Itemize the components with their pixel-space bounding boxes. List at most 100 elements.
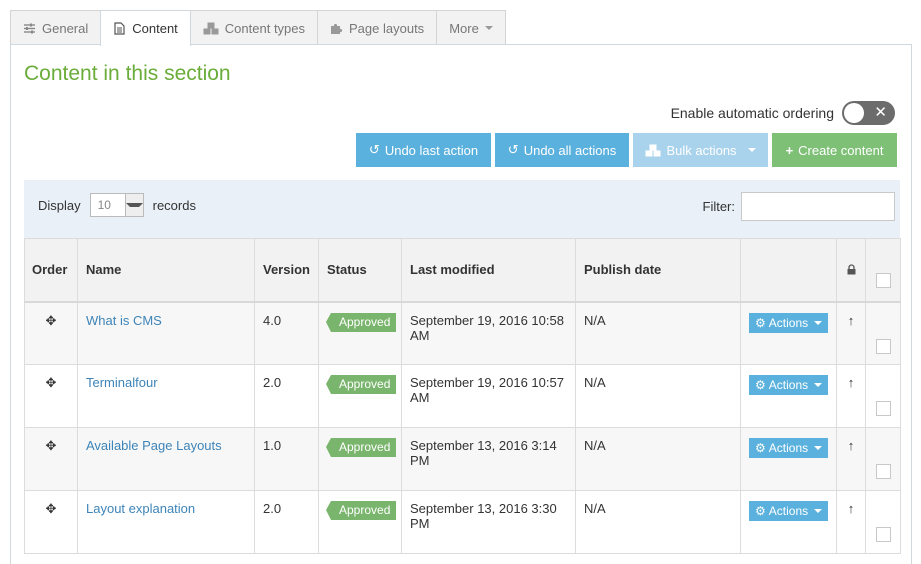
chevron-down-icon	[814, 320, 823, 325]
publish-date-cell: N/A	[575, 364, 741, 428]
tab-more[interactable]: More	[436, 10, 506, 45]
column-version[interactable]: Version	[254, 238, 319, 303]
tab-page-layouts[interactable]: Page layouts	[317, 10, 438, 45]
content-link[interactable]: Terminalfour	[86, 375, 158, 390]
content-link[interactable]: Layout explanation	[86, 501, 195, 516]
actions-button[interactable]: ⚙ Actions	[749, 501, 829, 521]
bulk-actions-button[interactable]: Bulk actions	[633, 133, 768, 167]
publish-up-cell: ↑	[836, 301, 866, 365]
publish-up-cell: ↑	[836, 427, 866, 491]
actions-cell: ⚙ Actions	[740, 490, 837, 554]
chevron-down-icon	[484, 26, 493, 30]
column-actions	[740, 238, 837, 303]
create-content-button[interactable]: + Create content	[772, 133, 897, 167]
column-publish-date[interactable]: Publish date	[575, 238, 741, 303]
row-checkbox[interactable]	[875, 464, 891, 479]
gear-icon: ⚙	[755, 315, 766, 330]
filter-label: Filter:	[702, 199, 736, 214]
select-cell	[865, 364, 901, 428]
gear-icon: ⚙	[755, 378, 766, 392]
display-label: Display	[38, 197, 81, 213]
table-row: ✥ Available Page Layouts 1.0 Approved Se…	[24, 427, 901, 491]
row-checkbox[interactable]	[875, 338, 891, 354]
drag-handle[interactable]: ✥	[24, 364, 78, 428]
column-last-modified[interactable]: Last modified	[401, 238, 576, 303]
select-cell	[865, 427, 901, 491]
undo-icon: ↺	[368, 142, 380, 157]
status-badge: Approved	[325, 312, 397, 332]
automatic-ordering: Enable automatic ordering ✕	[671, 101, 895, 125]
version-cell: 1.0	[254, 427, 319, 491]
row-checkbox[interactable]	[875, 401, 891, 416]
tab-content-types[interactable]: Content types	[189, 10, 319, 45]
drag-handle[interactable]: ✥	[24, 301, 78, 365]
chevron-down-icon	[814, 509, 823, 513]
automatic-ordering-label: Enable automatic ordering	[670, 105, 834, 121]
arrow-up-icon[interactable]: ↑	[848, 313, 855, 328]
toggle-knob	[844, 103, 864, 123]
content-panel: Content in this section Enable automatic…	[10, 44, 912, 564]
actions-label: Actions	[768, 378, 809, 392]
chevron-down-icon	[814, 446, 823, 450]
tab-general[interactable]: General	[10, 10, 102, 45]
undo-last-button[interactable]: ↺ Undo last action	[356, 133, 491, 167]
arrow-up-icon[interactable]: ↑	[848, 501, 855, 516]
chevron-down-icon	[124, 194, 143, 216]
row-checkbox[interactable]	[875, 527, 891, 542]
status-badge: Approved	[325, 501, 397, 520]
actions-label: Actions	[768, 441, 809, 455]
close-icon: ✕	[874, 104, 887, 121]
chevron-down-icon	[747, 148, 756, 152]
tab-general-label: General	[42, 20, 89, 36]
table-controls: Display 10 records Filter:	[24, 180, 900, 238]
version-cell: 2.0	[254, 364, 319, 428]
content-table: Order Name Version Status Last modified …	[24, 238, 901, 554]
actions-cell: ⚙ Actions	[740, 427, 837, 491]
last-modified-cell: September 19, 2016 10:58 AM	[401, 301, 576, 365]
actions-cell: ⚙ Actions	[740, 364, 837, 428]
arrow-up-icon[interactable]: ↑	[848, 375, 855, 390]
undo-all-button[interactable]: ↺ Undo all actions	[495, 133, 629, 167]
sliders-icon	[24, 23, 35, 33]
column-order[interactable]: Order	[24, 238, 78, 303]
action-toolbar: ↺ Undo last action ↺ Undo all actions Bu…	[356, 133, 897, 167]
last-modified-cell: September 13, 2016 3:14 PM	[401, 427, 576, 491]
select-all-checkbox[interactable]	[875, 273, 891, 288]
move-icon: ✥	[45, 438, 57, 453]
publish-up-cell: ↑	[836, 364, 866, 428]
create-content-label: Create content	[798, 142, 884, 158]
tab-content[interactable]: Content	[100, 10, 191, 46]
version-cell: 2.0	[254, 490, 319, 554]
arrow-up-icon[interactable]: ↑	[848, 438, 855, 453]
tab-content-label: Content	[132, 21, 178, 36]
records-per-page-value: 10	[97, 198, 111, 212]
actions-button[interactable]: ⚙ Actions	[749, 375, 829, 395]
name-cell: Available Page Layouts	[77, 427, 255, 491]
plus-icon: +	[785, 142, 794, 158]
content-link[interactable]: Available Page Layouts	[86, 438, 222, 453]
actions-button[interactable]: ⚙ Actions	[749, 312, 829, 333]
content-link[interactable]: What is CMS	[86, 313, 162, 328]
actions-button[interactable]: ⚙ Actions	[749, 438, 829, 458]
page-title: Content in this section	[24, 62, 231, 85]
actions-cell: ⚙ Actions	[740, 301, 837, 365]
cubes-icon	[203, 22, 219, 34]
filter-group: Filter:	[702, 192, 895, 221]
undo-all-label: Undo all actions	[523, 142, 617, 158]
column-select-all	[865, 238, 901, 303]
name-cell: Terminalfour	[77, 364, 255, 428]
column-lock	[836, 238, 866, 303]
filter-input[interactable]	[741, 192, 895, 221]
status-cell: Approved	[318, 490, 402, 554]
column-status[interactable]: Status	[318, 238, 402, 303]
publish-date-cell: N/A	[575, 427, 741, 491]
records-per-page-select[interactable]: 10	[89, 193, 144, 217]
drag-handle[interactable]: ✥	[24, 490, 78, 554]
automatic-ordering-toggle[interactable]: ✕	[842, 101, 895, 125]
publish-date-cell: N/A	[575, 301, 741, 365]
column-name[interactable]: Name	[77, 238, 255, 303]
tab-content-types-label: Content types	[224, 20, 306, 36]
lock-icon	[847, 264, 855, 275]
drag-handle[interactable]: ✥	[24, 427, 78, 491]
cubes-icon	[645, 144, 661, 156]
